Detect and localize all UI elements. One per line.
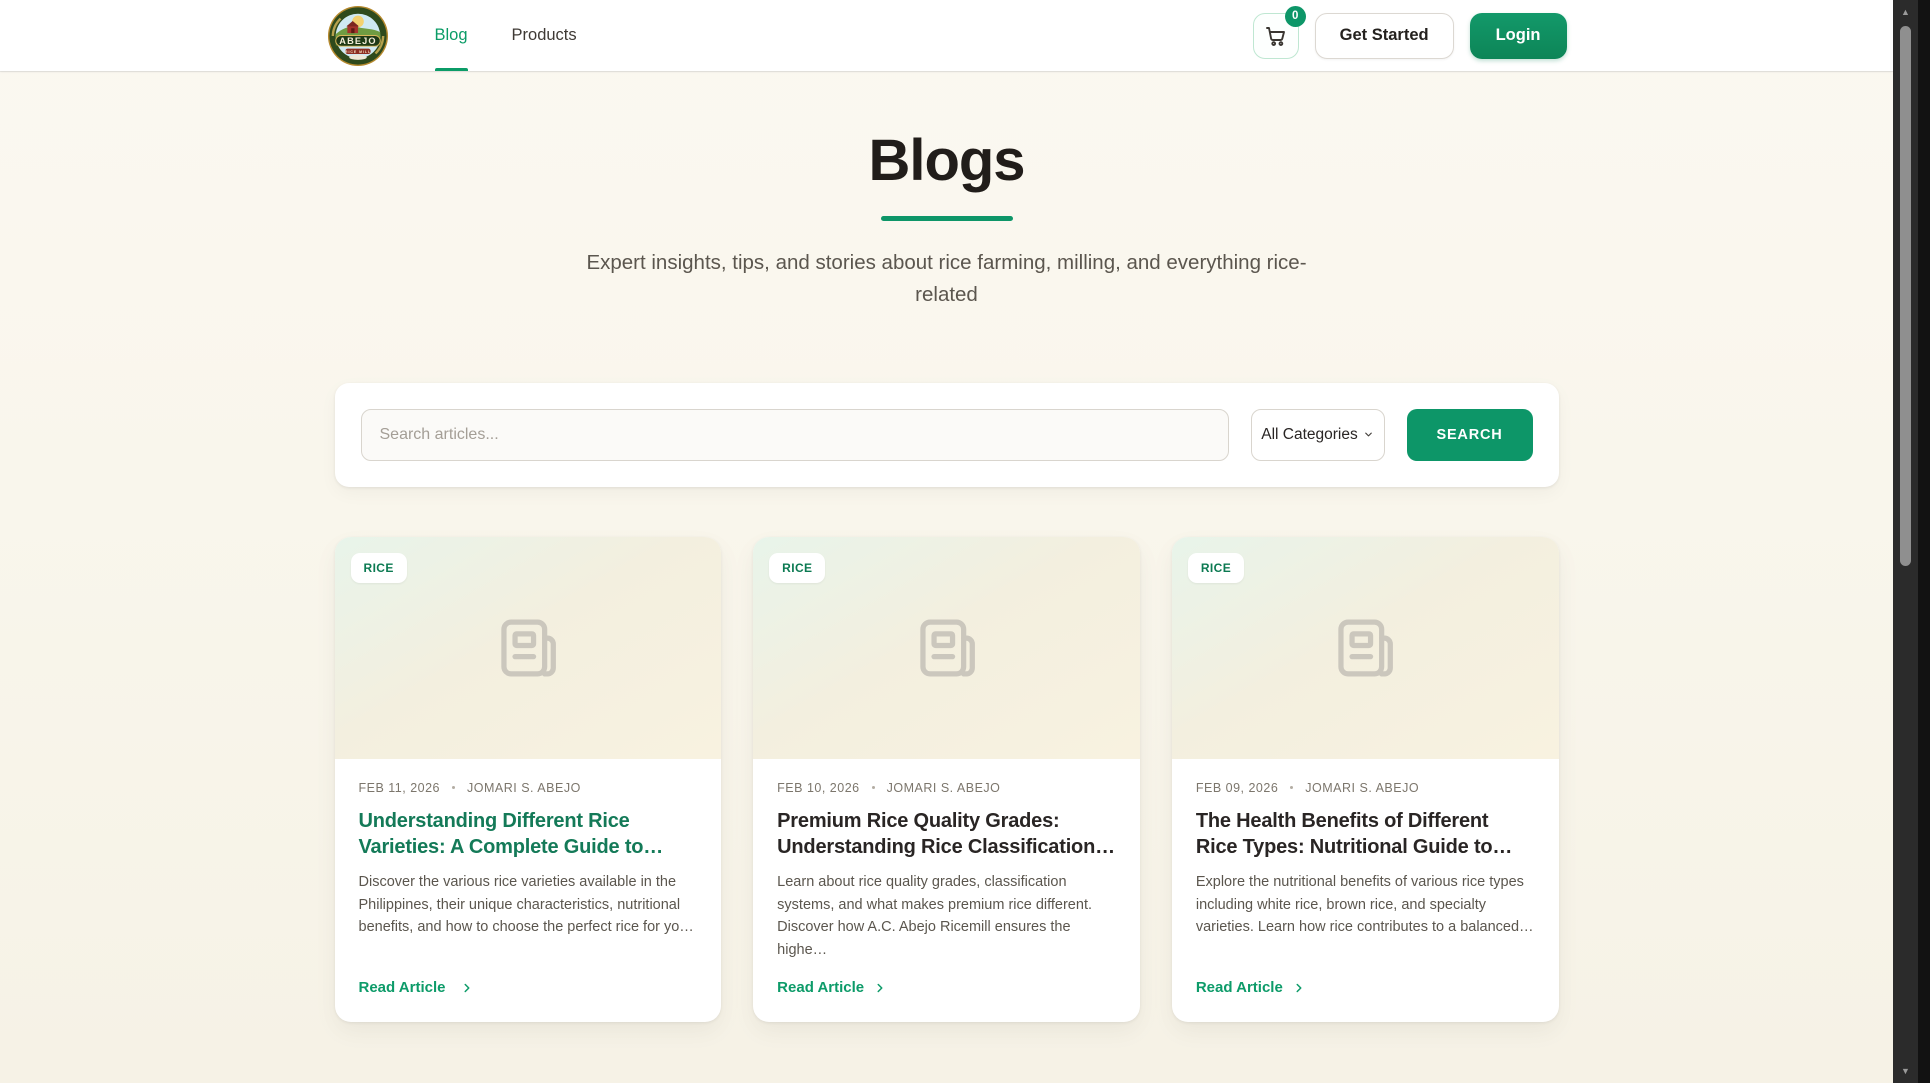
newspaper-icon bbox=[910, 611, 984, 685]
article-author: JOMARI S. ABEJO bbox=[887, 781, 1001, 795]
cart-badge: 0 bbox=[1285, 6, 1306, 27]
chevron-right-icon bbox=[460, 981, 474, 995]
article-author: JOMARI S. ABEJO bbox=[1305, 781, 1419, 795]
login-button[interactable]: Login bbox=[1470, 13, 1567, 59]
article-body: FEB 10, 2026 JOMARI S. ABEJO Premium Ric… bbox=[753, 759, 1140, 1023]
article-card[interactable]: RICE FEB 10, 2026 JOMARI S. ABEJO Premiu… bbox=[753, 537, 1140, 1023]
article-date: FEB 10, 2026 bbox=[777, 781, 859, 795]
scroll-up-arrow[interactable]: ▲ bbox=[1893, 4, 1918, 20]
scroll-down-arrow[interactable]: ▼ bbox=[1893, 1063, 1918, 1079]
chevron-right-icon bbox=[1292, 981, 1306, 995]
read-article-label: Read Article bbox=[359, 979, 446, 996]
article-title[interactable]: Premium Rice Quality Grades: Understandi… bbox=[777, 808, 1116, 861]
site-header: ABEJO RICE MILL Blog Products bbox=[0, 0, 1893, 71]
article-image-placeholder: RICE bbox=[335, 537, 722, 759]
get-started-button[interactable]: Get Started bbox=[1315, 13, 1454, 59]
newspaper-icon bbox=[1328, 611, 1402, 685]
article-excerpt: Explore the nutritional benefits of vari… bbox=[1196, 871, 1535, 938]
nav-link-products[interactable]: Products bbox=[512, 0, 577, 71]
article-author: JOMARI S. ABEJO bbox=[467, 781, 581, 795]
read-article-link[interactable]: Read Article bbox=[1196, 979, 1535, 996]
page-subtitle: Expert insights, tips, and stories about… bbox=[582, 247, 1312, 311]
title-underline bbox=[881, 216, 1013, 221]
article-excerpt: Learn about rice quality grades, classif… bbox=[777, 871, 1116, 961]
nav-link-blog[interactable]: Blog bbox=[435, 0, 468, 71]
meta-dot bbox=[1290, 786, 1293, 789]
read-article-label: Read Article bbox=[777, 979, 864, 996]
hero-section: Blogs Expert insights, tips, and stories… bbox=[0, 71, 1893, 311]
abejo-logo-icon: ABEJO RICE MILL bbox=[327, 5, 389, 67]
abejo-logo[interactable]: ABEJO RICE MILL bbox=[327, 5, 389, 67]
article-title[interactable]: Understanding Different Rice Varieties: … bbox=[359, 808, 698, 861]
article-card[interactable]: RICE FEB 09, 2026 JOMARI S. ABEJO The He… bbox=[1172, 537, 1559, 1023]
article-meta: FEB 11, 2026 JOMARI S. ABEJO bbox=[359, 781, 698, 795]
brand-subtext: RICE MILL bbox=[344, 49, 370, 53]
article-grid: RICE FEB 11, 2026 JOMARI S. ABEJO Unders… bbox=[335, 537, 1559, 1023]
category-badge: RICE bbox=[351, 553, 407, 583]
browser-viewport: ABEJO RICE MILL Blog Products bbox=[0, 0, 1893, 1083]
article-date: FEB 09, 2026 bbox=[1196, 781, 1278, 795]
article-meta: FEB 09, 2026 JOMARI S. ABEJO bbox=[1196, 781, 1535, 795]
scrollbar-thumb[interactable] bbox=[1900, 26, 1911, 566]
read-article-link[interactable]: Read Article bbox=[359, 979, 698, 996]
chevron-down-icon bbox=[1363, 429, 1374, 440]
article-image-placeholder: RICE bbox=[1172, 537, 1559, 759]
article-body: FEB 11, 2026 JOMARI S. ABEJO Understandi… bbox=[335, 759, 722, 1023]
category-select[interactable]: All Categories bbox=[1251, 409, 1385, 461]
page-title: Blogs bbox=[0, 127, 1893, 194]
newspaper-icon bbox=[491, 611, 565, 685]
article-image-placeholder: RICE bbox=[753, 537, 1140, 759]
cart-icon bbox=[1264, 24, 1288, 48]
read-article-label: Read Article bbox=[1196, 979, 1283, 996]
window-edge bbox=[1918, 0, 1930, 1083]
search-button[interactable]: SEARCH bbox=[1407, 409, 1533, 461]
category-select-value: All Categories bbox=[1261, 426, 1358, 444]
article-meta: FEB 10, 2026 JOMARI S. ABEJO bbox=[777, 781, 1116, 795]
read-article-link[interactable]: Read Article bbox=[777, 979, 1116, 996]
meta-dot bbox=[452, 786, 455, 789]
category-badge: RICE bbox=[769, 553, 825, 583]
scrollbar[interactable]: ▲ ▼ bbox=[1893, 0, 1918, 1083]
article-excerpt: Discover the various rice varieties avai… bbox=[359, 871, 698, 938]
cart-button[interactable]: 0 bbox=[1253, 13, 1299, 59]
search-input[interactable] bbox=[361, 409, 1229, 461]
meta-dot bbox=[872, 786, 875, 789]
search-bar: All Categories SEARCH bbox=[335, 383, 1559, 487]
article-title[interactable]: The Health Benefits of Different Rice Ty… bbox=[1196, 808, 1535, 861]
article-card[interactable]: RICE FEB 11, 2026 JOMARI S. ABEJO Unders… bbox=[335, 537, 722, 1023]
main-nav: Blog Products bbox=[435, 0, 577, 71]
article-date: FEB 11, 2026 bbox=[359, 781, 441, 795]
category-badge: RICE bbox=[1188, 553, 1244, 583]
brand-text: ABEJO bbox=[339, 36, 376, 46]
article-body: FEB 09, 2026 JOMARI S. ABEJO The Health … bbox=[1172, 759, 1559, 1023]
chevron-right-icon bbox=[873, 981, 887, 995]
